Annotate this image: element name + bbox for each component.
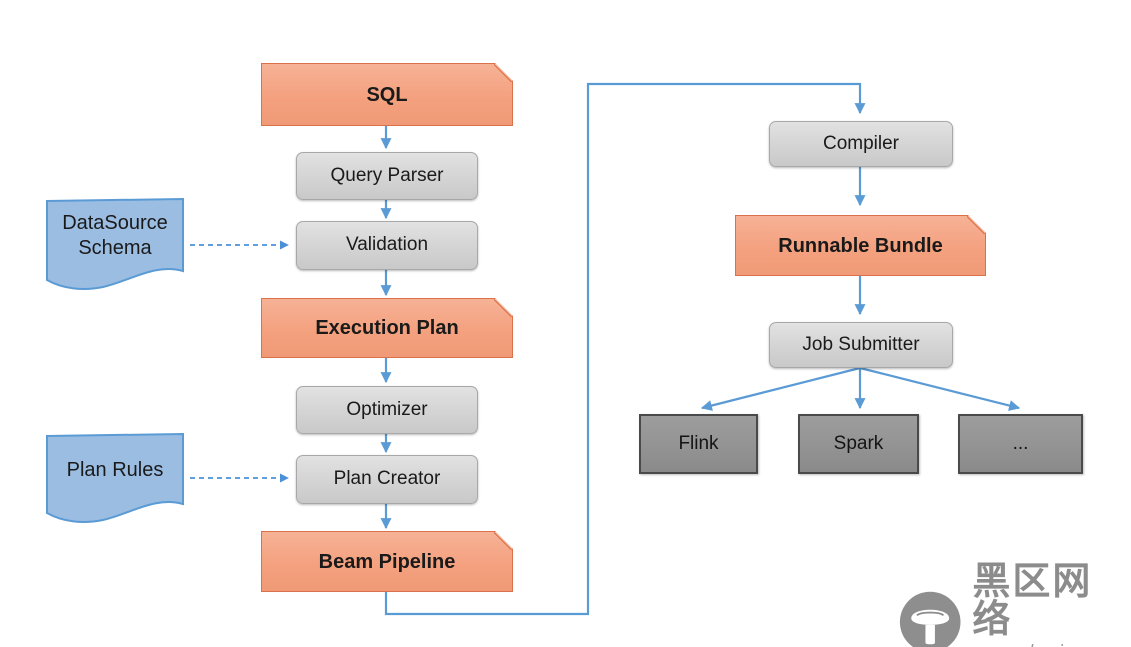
node-runnable-bundle[interactable]: Runnable Bundle: [735, 215, 986, 276]
node-job-submitter[interactable]: Job Submitter: [769, 322, 953, 368]
node-runner-spark-label: Spark: [833, 432, 884, 454]
node-optimizer-label: Optimizer: [346, 398, 428, 420]
folded-corner-icon: [494, 64, 512, 82]
folded-corner-icon: [967, 216, 985, 234]
node-validation-label: Validation: [345, 234, 429, 256]
node-runner-other-label: ...: [1012, 432, 1029, 454]
node-beam-pipeline-label: Beam Pipeline: [318, 550, 456, 573]
watermark-cn-text: 黑区网络: [972, 559, 1093, 641]
node-sql[interactable]: SQL: [261, 63, 513, 126]
folded-corner-icon: [494, 299, 512, 317]
node-runner-flink-label: Flink: [678, 432, 719, 454]
folded-corner-icon: [494, 532, 512, 550]
plan-rules-label: Plan Rules: [45, 432, 185, 508]
diagram-canvas: DataSource Schema Plan Rules SQL Query P…: [0, 0, 1131, 647]
node-compiler-label: Compiler: [822, 132, 900, 154]
connector-layer: [190, 82, 1021, 616]
node-optimizer[interactable]: Optimizer: [296, 386, 478, 434]
node-beam-pipeline[interactable]: Beam Pipeline: [261, 531, 513, 592]
watermark: 黑区网络 www. he iqu. com: [898, 562, 1131, 647]
mushroom-logo-icon: [899, 591, 961, 647]
node-runnable-bundle-label: Runnable Bundle: [778, 234, 943, 257]
node-execution-plan-label: Execution Plan: [315, 317, 459, 339]
plan-rules-line1: Plan Rules: [66, 458, 164, 481]
node-validation[interactable]: Validation: [296, 221, 478, 270]
node-job-submitter-label: Job Submitter: [802, 333, 920, 355]
node-execution-plan[interactable]: Execution Plan: [261, 298, 513, 358]
node-compiler[interactable]: Compiler: [769, 121, 953, 167]
node-query-parser[interactable]: Query Parser: [296, 152, 478, 200]
datasource-schema-node[interactable]: DataSource Schema: [45, 197, 185, 292]
plan-rules-node[interactable]: Plan Rules: [45, 432, 185, 524]
node-sql-label: SQL: [366, 83, 408, 106]
node-plan-creator[interactable]: Plan Creator: [296, 455, 478, 504]
watermark-url-text: www. he iqu. com: [972, 642, 1131, 647]
watermark-text: 黑区网络 www. he iqu. com: [972, 562, 1131, 647]
node-runner-flink[interactable]: Flink: [639, 414, 758, 474]
datasource-schema-line1: DataSource: [62, 212, 168, 234]
node-plan-creator-label: Plan Creator: [333, 468, 441, 490]
datasource-schema-line2: Schema: [78, 237, 152, 259]
node-runner-spark[interactable]: Spark: [798, 414, 919, 474]
connector-job-submitter-to-other: [859, 366, 1021, 411]
node-runner-other[interactable]: ...: [958, 414, 1083, 474]
connector-job-submitter-to-flink: [700, 366, 861, 411]
datasource-schema-label: DataSource Schema: [45, 197, 185, 275]
node-query-parser-label: Query Parser: [330, 164, 444, 186]
